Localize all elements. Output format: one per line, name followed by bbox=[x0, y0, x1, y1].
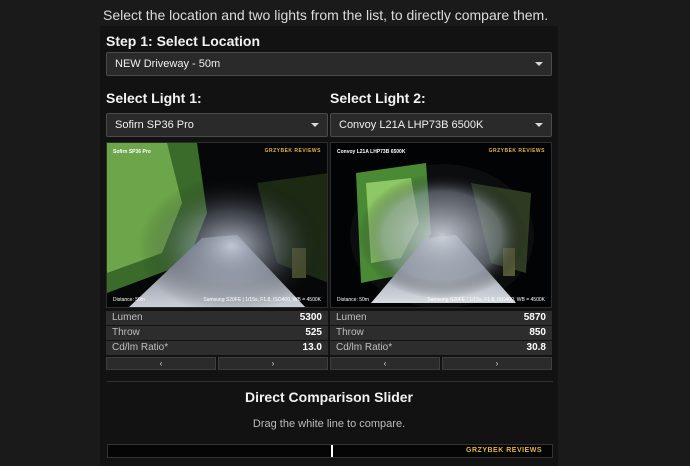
stat-label: Throw bbox=[336, 327, 364, 338]
light2-select[interactable]: Convoy L21A LHP73B 6500K bbox=[330, 113, 552, 137]
comparison-title: Direct Comparison Slider bbox=[244, 389, 414, 405]
beamshot-caption: Convoy L21A LHP73B 6500K bbox=[337, 149, 406, 155]
stat-value: 5300 bbox=[299, 312, 322, 323]
section-divider bbox=[107, 381, 553, 382]
stat-row: Cd/lm Ratio* 30.8 bbox=[330, 341, 552, 355]
beamshot-camera: Samsung S20FE | 1/15s, F1.8, ISO400, WB … bbox=[427, 297, 545, 303]
light1-heading: Select Light 1: bbox=[106, 90, 202, 106]
light1-next-button[interactable]: › bbox=[218, 357, 328, 370]
light2-stats: Lumen 5870 Throw 850 Cd/lm Ratio* 30.8 bbox=[330, 311, 552, 356]
beamshot-image bbox=[107, 143, 327, 307]
stat-row: Throw 850 bbox=[330, 326, 552, 340]
stat-label: Throw bbox=[112, 327, 140, 338]
stat-value: 13.0 bbox=[302, 342, 322, 353]
chevron-down-icon bbox=[535, 62, 543, 66]
comparison-subtitle: Drag the white line to compare. bbox=[252, 418, 406, 430]
comparison-slider[interactable]: GRZYBEK REVIEWS bbox=[107, 444, 553, 458]
light2-heading: Select Light 2: bbox=[330, 90, 426, 106]
stat-value: 850 bbox=[529, 327, 546, 338]
light1-nav: ‹ › bbox=[106, 357, 328, 370]
stat-row: Lumen 5870 bbox=[330, 311, 552, 325]
chevron-down-icon bbox=[311, 123, 319, 127]
light1-beamshot: Sofirn SP36 Pro GRZYBEK REVIEWS Distance… bbox=[106, 142, 328, 308]
beamshot-image bbox=[331, 143, 551, 307]
beamshot-distance: Distance: 50m bbox=[337, 297, 369, 303]
brand-watermark: GRZYBEK REVIEWS bbox=[264, 148, 321, 154]
slider-handle[interactable] bbox=[331, 445, 333, 457]
beamshot-camera: Samsung S20FE | 1/15s, F1.8, ISO400, WB … bbox=[203, 297, 321, 303]
light1-select[interactable]: Sofirn SP36 Pro bbox=[106, 113, 328, 137]
stat-value: 5870 bbox=[523, 312, 546, 323]
location-select-value: NEW Driveway - 50m bbox=[115, 58, 221, 70]
stat-label: Lumen bbox=[112, 312, 143, 323]
light2-nav: ‹ › bbox=[330, 357, 552, 370]
step1-heading: Step 1: Select Location bbox=[106, 33, 261, 49]
light1-select-value: Sofirn SP36 Pro bbox=[115, 119, 194, 131]
stat-row: Lumen 5300 bbox=[106, 311, 328, 325]
light2-select-value: Convoy L21A LHP73B 6500K bbox=[339, 119, 484, 131]
location-select[interactable]: NEW Driveway - 50m bbox=[106, 52, 552, 76]
stat-label: Cd/lm Ratio* bbox=[336, 342, 393, 353]
beamshot-distance: Distance: 50m bbox=[113, 297, 145, 303]
brand-watermark: GRZYBEK REVIEWS bbox=[466, 447, 542, 454]
stat-value: 30.8 bbox=[526, 342, 546, 353]
light1-stats: Lumen 5300 Throw 525 Cd/lm Ratio* 13.0 bbox=[106, 311, 328, 356]
intro-text: Select the location and two lights from … bbox=[103, 7, 549, 23]
light2-beamshot: Convoy L21A LHP73B 6500K GRZYBEK REVIEWS… bbox=[330, 142, 552, 308]
chevron-down-icon bbox=[535, 123, 543, 127]
stat-label: Cd/lm Ratio* bbox=[112, 342, 169, 353]
stat-row: Cd/lm Ratio* 13.0 bbox=[106, 341, 328, 355]
light2-prev-button[interactable]: ‹ bbox=[330, 357, 440, 370]
light1-prev-button[interactable]: ‹ bbox=[106, 357, 216, 370]
light2-next-button[interactable]: › bbox=[442, 357, 552, 370]
beamshot-caption: Sofirn SP36 Pro bbox=[113, 149, 151, 155]
brand-watermark: GRZYBEK REVIEWS bbox=[488, 148, 545, 154]
stat-label: Lumen bbox=[336, 312, 367, 323]
stat-value: 525 bbox=[305, 327, 322, 338]
stat-row: Throw 525 bbox=[106, 326, 328, 340]
